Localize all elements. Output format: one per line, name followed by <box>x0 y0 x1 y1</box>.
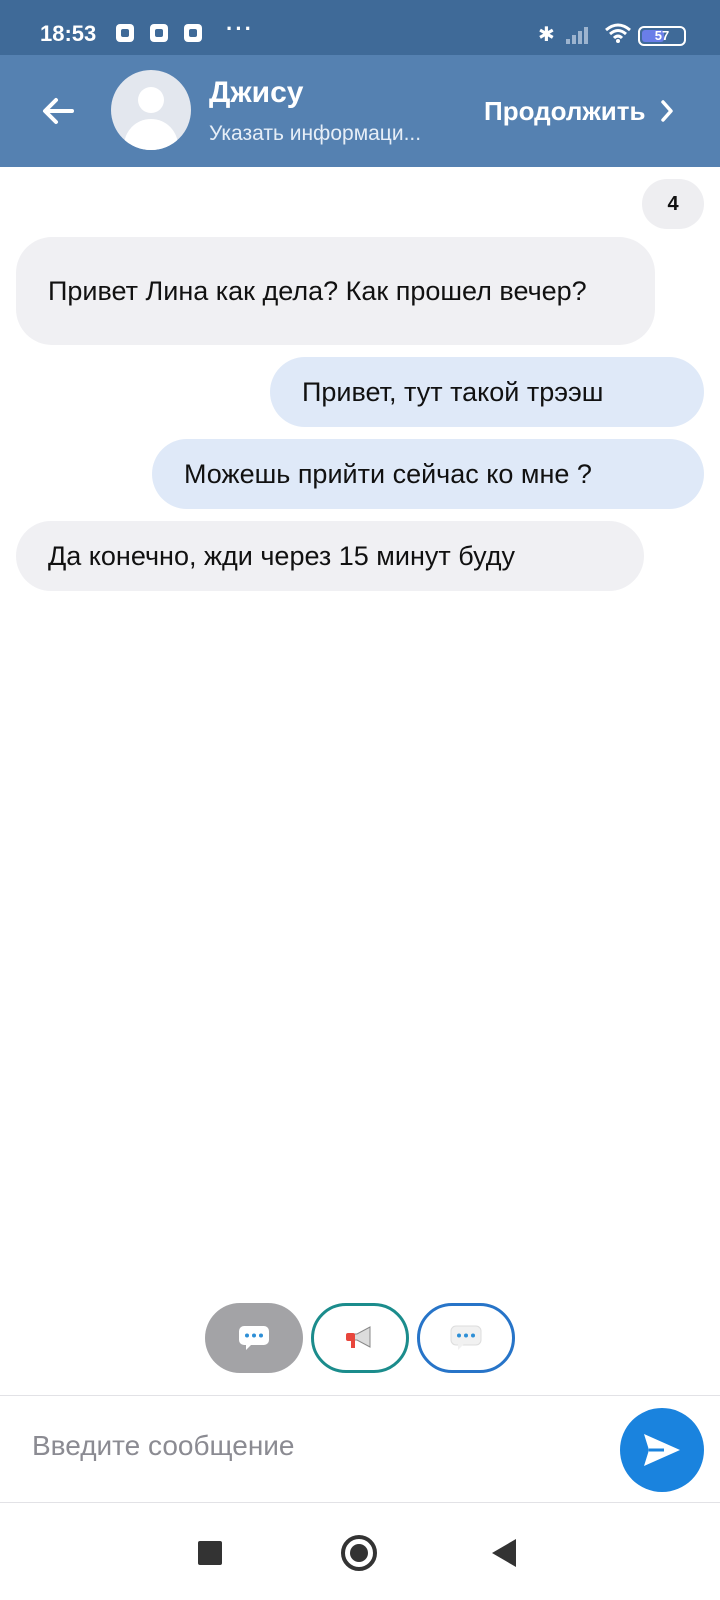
quick-action-chat-button[interactable] <box>205 1303 303 1373</box>
message-count-badge: 4 <box>642 179 704 229</box>
message-text: Да конечно, жди через 15 минут буду <box>48 541 515 571</box>
chevron-right-icon <box>660 100 673 122</box>
message-bubble-outgoing[interactable]: Привет, тут такой трээш <box>270 357 704 427</box>
notification-icon <box>116 24 134 42</box>
send-icon <box>644 1434 680 1466</box>
signal-icon <box>566 27 588 44</box>
system-nav-bar <box>0 1503 720 1600</box>
notification-icon <box>150 24 168 42</box>
battery-icon: 57 <box>638 26 686 46</box>
wifi-icon <box>605 23 631 43</box>
speech-bubble-icon <box>450 1325 482 1350</box>
contact-subtitle[interactable]: Указать информаци... <box>209 122 421 146</box>
quick-action-message-button[interactable] <box>417 1303 515 1373</box>
contact-name[interactable]: Джису <box>209 76 303 110</box>
bluetooth-icon: ✱ <box>538 24 555 46</box>
megaphone-icon <box>346 1326 371 1348</box>
continue-button[interactable]: Продолжить <box>484 91 674 131</box>
status-bar: 18:53 ··· ✱ 57 <box>0 0 720 55</box>
message-text: Можешь прийти сейчас ко мне ? <box>184 459 592 489</box>
send-button[interactable] <box>620 1408 704 1492</box>
arrow-left-icon[interactable] <box>38 91 78 131</box>
message-input[interactable]: Введите сообщение <box>32 1416 592 1476</box>
message-bubble-outgoing[interactable]: Можешь прийти сейчас ко мне ? <box>152 439 704 509</box>
battery-level: 57 <box>654 28 670 43</box>
message-bubble-incoming[interactable]: Да конечно, жди через 15 минут буду <box>16 521 644 591</box>
message-list: 4 Привет Лина как дела? Как прошел вечер… <box>0 167 720 1297</box>
speech-bubble-icon <box>239 1326 269 1350</box>
recents-icon[interactable] <box>198 1541 222 1565</box>
more-notifications-icon: ··· <box>226 16 254 41</box>
quick-actions <box>205 1303 515 1373</box>
message-bubble-incoming[interactable]: Привет Лина как дела? Как прошел вечер? <box>16 237 655 345</box>
telegram-icon <box>184 24 202 42</box>
home-icon[interactable] <box>341 1535 377 1571</box>
message-text: Привет, тут такой трээш <box>302 377 604 407</box>
chat-header: Джису Указать информаци... Продолжить <box>0 55 720 167</box>
avatar[interactable] <box>111 70 191 150</box>
quick-action-announce-button[interactable] <box>311 1303 409 1373</box>
divider <box>0 1395 720 1396</box>
continue-label: Продолжить <box>484 95 646 126</box>
status-time: 18:53 <box>40 21 97 46</box>
back-triangle-icon[interactable] <box>492 1539 516 1567</box>
message-text: Привет Лина как дела? Как прошел вечер? <box>48 276 587 306</box>
